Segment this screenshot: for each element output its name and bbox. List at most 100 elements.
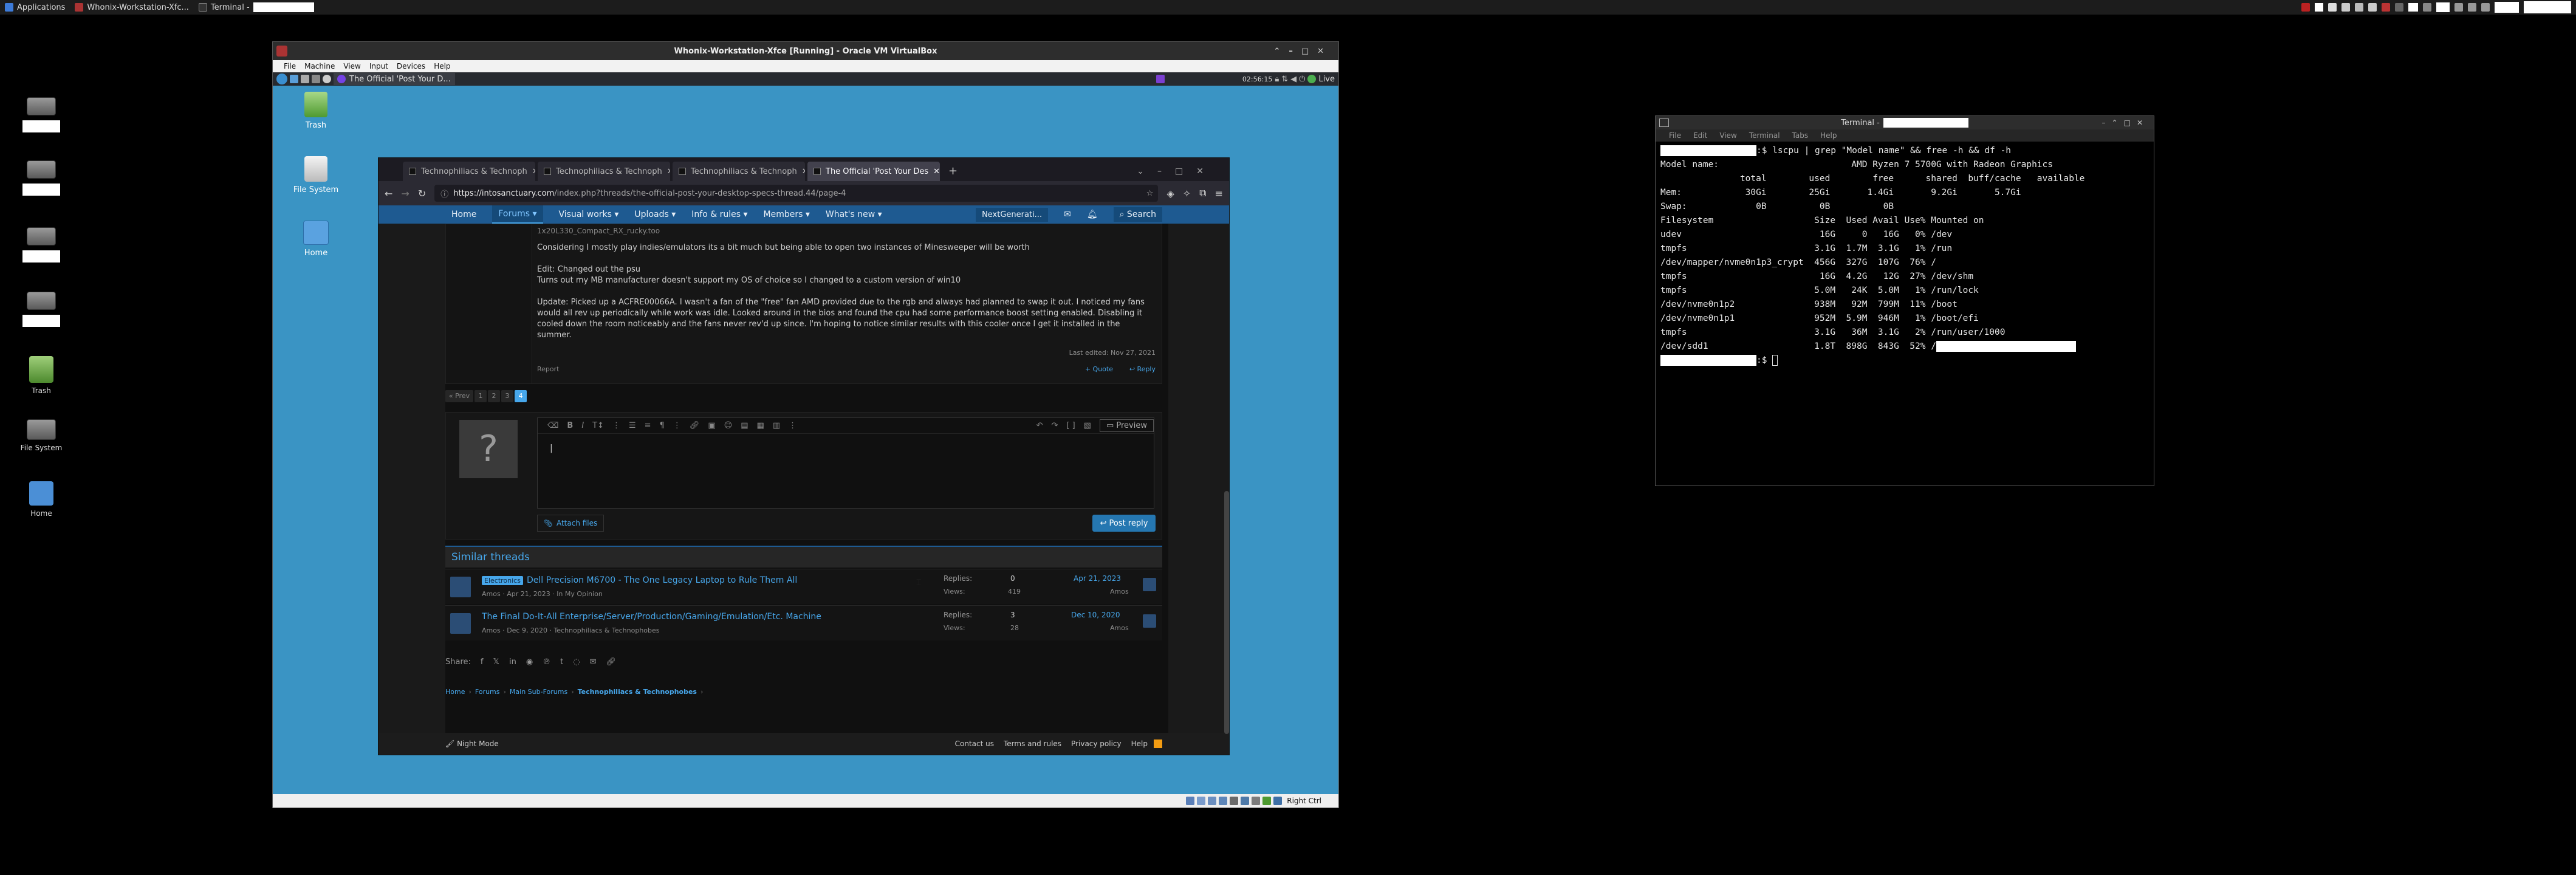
guest-trash[interactable]: Trash [283,92,349,130]
term-menu-tabs[interactable]: Tabs [1792,131,1809,140]
network-icon[interactable]: ⇅ [1281,75,1288,84]
window-controls[interactable]: ⌃–□✕ [1273,47,1332,56]
status-display-icon[interactable] [1252,797,1261,805]
term-menu-view[interactable]: View [1719,131,1736,140]
eraser-icon[interactable]: ⌫ [547,421,558,430]
menu-file[interactable]: File [284,62,296,70]
close-icon[interactable]: ✕ [667,167,670,176]
search-button[interactable]: ⌕ Search [1113,207,1162,222]
footer-terms[interactable]: Terms and rules [1004,739,1061,748]
thread-title[interactable]: Dell Precision M6700 - The One Legacy La… [527,575,797,585]
table-icon[interactable]: ▥ [773,421,780,430]
page-4[interactable]: 4 [515,390,527,402]
extensions-icon[interactable]: ⧉ [1199,187,1206,199]
last-post-author[interactable]: Amos [1110,624,1129,632]
crumb-current-forum[interactable]: Technophiliacs & Technophobes [578,688,697,696]
more-paragraph-icon[interactable]: ⋮ [673,421,681,430]
taskbar-vbox[interactable]: Whonix-Workstation-Xfc... [70,0,193,15]
host-filesystem[interactable]: File System [11,419,72,452]
link-icon[interactable]: 🔗︎ [690,421,700,430]
tray-app-icon[interactable] [2341,3,2350,12]
back-icon[interactable]: ← [385,188,392,199]
guest-task-browser[interactable]: The Official 'Post Your D... [334,73,455,85]
host-home[interactable]: Home [11,481,72,518]
nav-members[interactable]: Members ▾ [764,210,810,219]
redo-icon[interactable]: ↷ [1051,421,1058,430]
guest-home[interactable]: Home [283,221,349,258]
vbox-titlebar[interactable]: Whonix-Workstation-Xfce [Running] - Orac… [273,42,1338,60]
tray-app-icon[interactable] [2355,3,2363,12]
align-icon[interactable]: ≡ [645,421,651,430]
close-icon[interactable]: ✕ [933,167,940,176]
bold-icon[interactable]: B [567,421,573,430]
window-controls[interactable]: –⌃□✕ [2102,118,2149,127]
toggle-bbcode-icon[interactable]: [ ] [1066,421,1075,430]
status-capture-icon[interactable] [1262,797,1272,805]
last-post-date[interactable]: Dec 10, 2020 [1071,611,1120,619]
whatsapp-icon[interactable]: ◌ [573,657,580,667]
alerts-icon[interactable]: 🔔︎ [1087,210,1098,219]
forward-icon[interactable]: → [401,188,409,199]
reload-icon[interactable]: ↻ [418,188,426,199]
user-menu[interactable]: NextGenerati... [976,207,1049,222]
scrollbar-thumb[interactable] [1224,491,1229,734]
media-icon[interactable]: ▤ [741,421,748,430]
report-link[interactable]: Report [537,365,559,373]
status-optical-icon[interactable] [1197,797,1206,805]
status-usb-icon[interactable] [1230,797,1239,805]
footer-privacy[interactable]: Privacy policy [1071,739,1122,748]
facebook-icon[interactable]: f [481,657,484,667]
term-menu-terminal[interactable]: Terminal [1749,131,1780,140]
volume-icon[interactable]: ◀ [1290,75,1297,84]
prev-page[interactable]: « Prev [445,390,473,402]
footer-contact[interactable]: Contact us [955,739,994,748]
page-3[interactable]: 3 [501,390,513,402]
thread-title[interactable]: The Final Do-It-All Enterprise/Server/Pr… [482,612,821,622]
host-drive-4[interactable] [11,292,72,329]
undo-icon[interactable]: ↶ [1036,421,1043,430]
close-icon[interactable]: ✕ [802,167,805,176]
quote-link[interactable]: + Quote [1085,365,1113,373]
page-2[interactable]: 2 [488,390,500,402]
host-drive-2[interactable] [11,160,72,197]
power-icon[interactable]: ⏻ [1299,75,1305,84]
status-harddisk-icon[interactable] [1186,797,1195,805]
tray-app-icon[interactable] [2395,3,2403,12]
x-icon[interactable]: 𝕏 [493,657,499,667]
scrollbar[interactable] [1224,224,1229,734]
host-drive-3[interactable] [11,227,72,264]
term-menu-edit[interactable]: Edit [1693,131,1707,140]
close-icon[interactable]: ✕ [532,167,535,176]
inbox-icon[interactable]: ✉ [1064,210,1071,219]
text-size-icon[interactable]: T↕ [592,421,604,430]
guest-filesystem[interactable]: File System [283,156,349,194]
launcher-icon[interactable] [323,75,331,83]
menu-help[interactable]: Help [434,62,450,70]
tab-1[interactable]: Technophiliacs & Technoph✕ [403,162,535,181]
menu-machine[interactable]: Machine [304,62,335,70]
smilie-icon[interactable]: ☺ [724,421,733,430]
paragraph-icon[interactable]: ¶ [660,421,665,430]
new-tab-icon[interactable]: + [942,165,964,181]
terminal-output[interactable]: :$ lscpu | grep "Model name" && free -h … [1656,142,2154,370]
attach-files-button[interactable]: 📎︎ Attach files [537,515,604,532]
nav-whats-new[interactable]: What's new ▾ [826,210,882,219]
term-menu-file[interactable]: File [1669,131,1681,140]
launcher-icon[interactable] [301,75,309,83]
launcher-icon[interactable] [312,75,320,83]
url-bar[interactable]: ⓘ https://intosanctuary.com/index.php?th… [434,185,1159,202]
crumb-home[interactable]: Home [445,688,465,696]
tray-app-icon[interactable] [2328,3,2337,12]
night-mode-toggle[interactable]: 🖌︎ Night Mode [445,739,499,748]
status-network-icon[interactable] [1219,797,1228,805]
reddit-icon[interactable]: ◉ [526,657,533,667]
gif-icon[interactable]: ▦ [757,421,764,430]
shield-icon[interactable]: ◈ [1166,188,1174,199]
drafts-icon[interactable]: ▧ [1084,421,1091,430]
window-controls[interactable]: ⌄–□✕ [1125,166,1229,181]
nav-uploads[interactable]: Uploads ▾ [634,210,676,219]
applications-menu[interactable]: Applications [0,0,70,15]
lock-icon[interactable]: 🔒︎ [1275,75,1279,84]
thread-row[interactable]: The Final Do-It-All Enterprise/Server/Pr… [445,605,1162,640]
taskbar-terminal[interactable]: Terminal - [194,0,319,15]
